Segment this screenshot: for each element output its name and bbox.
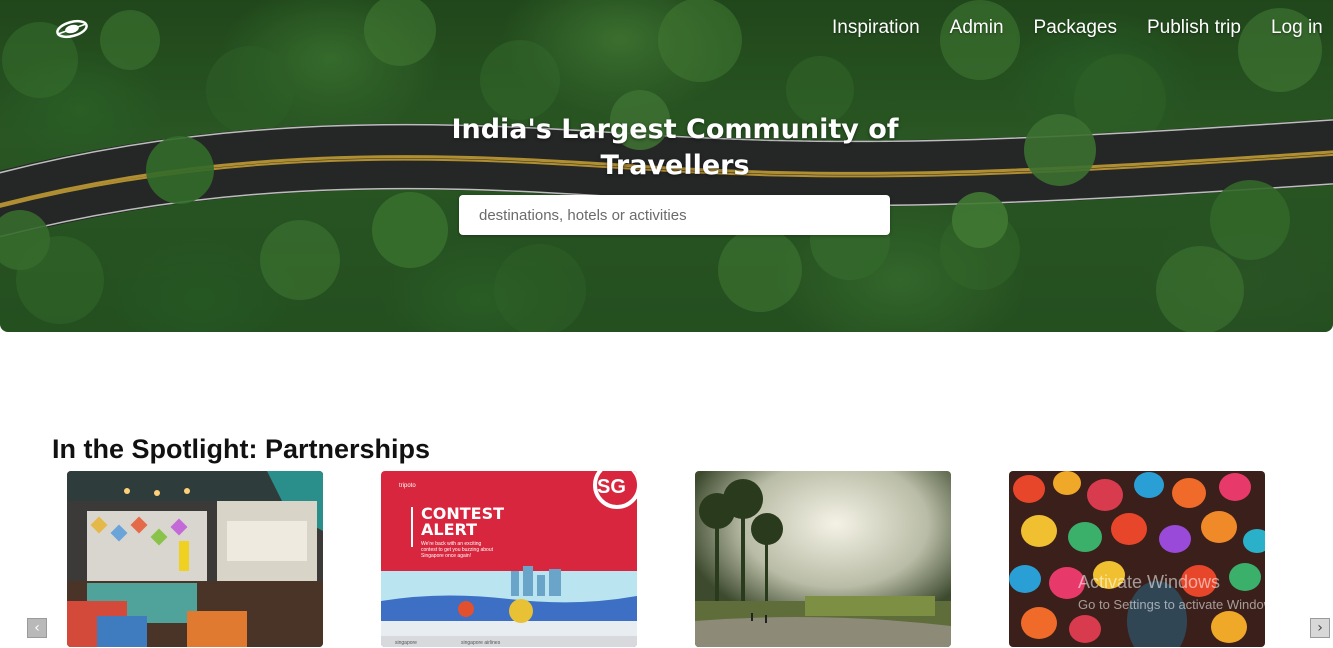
section-title: In the Spotlight: Partnerships <box>52 434 431 464</box>
forest-image <box>695 471 951 647</box>
svg-text:singapore: singapore <box>395 640 417 646</box>
carousel-prev-button[interactable]: ‹ <box>27 618 47 638</box>
chevron-right-icon: › <box>1317 620 1323 636</box>
activate-windows-watermark: Activate Windows Go to Settings to activ… <box>1078 572 1283 612</box>
sg-badge: SG <box>597 476 626 498</box>
brand-label: tripoto <box>399 483 416 489</box>
search-input[interactable] <box>459 195 890 235</box>
carousel-next-button[interactable]: › <box>1310 618 1330 638</box>
logo-icon[interactable] <box>52 16 92 42</box>
svg-text:singapore airlines: singapore airlines <box>461 640 501 646</box>
partnership-card-lanterns[interactable] <box>1009 471 1265 647</box>
partnership-card-lounge[interactable] <box>67 471 323 647</box>
nav-log-in[interactable]: Log in <box>1271 14 1323 42</box>
lanterns-image <box>1009 471 1265 647</box>
chevron-left-icon: ‹ <box>34 620 40 636</box>
top-nav: Inspiration Admin Packages Publish trip … <box>832 14 1333 42</box>
watermark-line-2: Go to Settings to activate Windows. <box>1078 597 1284 612</box>
nav-packages[interactable]: Packages <box>1034 14 1117 42</box>
nav-admin[interactable]: Admin <box>950 14 1004 42</box>
nav-publish-trip[interactable]: Publish trip <box>1147 14 1241 42</box>
partnership-card-contest[interactable]: tripoto SG CONTEST ALERT We're back with… <box>381 471 637 647</box>
contest-image: tripoto SG CONTEST ALERT We're back with… <box>381 471 637 647</box>
nav-inspiration[interactable]: Inspiration <box>832 14 920 42</box>
svg-text:Singapore once again!: Singapore once again! <box>421 553 471 559</box>
watermark-line-1: Activate Windows <box>1078 572 1221 592</box>
svg-text:ALERT: ALERT <box>421 520 477 539</box>
partnership-card-forest[interactable] <box>695 471 951 647</box>
lounge-image <box>67 471 323 647</box>
hero-title: India's Largest Community of Travellers <box>451 114 899 181</box>
